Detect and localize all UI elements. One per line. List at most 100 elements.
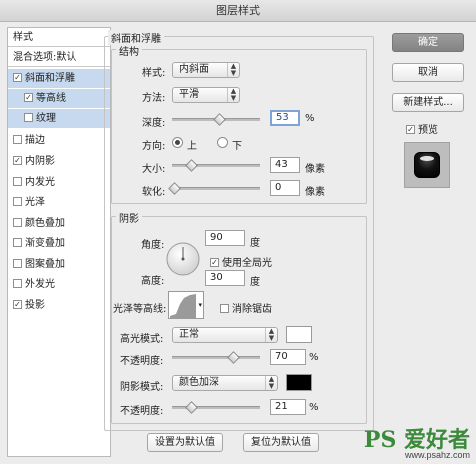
- depth-label: 深度:: [142, 118, 166, 129]
- depth-input[interactable]: 53: [270, 110, 300, 126]
- highlight-mode-label: 高光模式:: [120, 334, 164, 345]
- preview-checkbox[interactable]: [406, 125, 415, 134]
- preview-highlight: [420, 156, 434, 161]
- styles-list-header[interactable]: 样式: [8, 28, 110, 47]
- size-unit: 像素: [305, 164, 325, 175]
- direction-up-label: 上: [187, 141, 197, 152]
- anti-alias-label: 消除锯齿: [232, 304, 272, 315]
- technique-select[interactable]: 平滑 ▲ ▼: [172, 87, 240, 103]
- gradient-overlay-checkbox[interactable]: [13, 238, 22, 247]
- window-title: 图层样式: [216, 4, 260, 17]
- soften-input[interactable]: 0: [270, 180, 300, 196]
- sidebar-item-blending-options[interactable]: 混合选项:默认: [8, 48, 110, 67]
- angle-input[interactable]: 90: [205, 230, 245, 246]
- preview-swatch: [414, 152, 440, 178]
- contour-curve-icon: [170, 294, 196, 318]
- soften-slider-track[interactable]: [172, 187, 260, 190]
- sidebar-item-inner-shadow[interactable]: 内阴影: [8, 152, 110, 171]
- sidebar-item-outer-glow[interactable]: 外发光: [8, 275, 110, 294]
- satin-checkbox[interactable]: [13, 197, 22, 206]
- style-select[interactable]: 内斜面 ▲ ▼: [172, 62, 240, 78]
- color-overlay-checkbox[interactable]: [13, 218, 22, 227]
- style-label: 样式:: [142, 68, 166, 79]
- sidebar-item-satin[interactable]: 光泽: [8, 193, 110, 212]
- ok-button[interactable]: 确定: [392, 33, 464, 52]
- global-light-label: 使用全局光: [222, 258, 272, 269]
- sidebar-item-bevel-emboss[interactable]: 斜面和浮雕: [8, 69, 110, 88]
- sidebar-item-contour[interactable]: 等高线: [8, 89, 110, 108]
- soften-label: 软化:: [142, 187, 166, 198]
- highlight-mode-value: 正常: [179, 329, 199, 340]
- sidebar-item-texture[interactable]: 纹理: [8, 109, 110, 128]
- shadow-mode-select[interactable]: 颜色加深 ▲ ▼: [172, 375, 278, 391]
- sidebar-item-label: 内阴影: [25, 156, 55, 167]
- sidebar-item-label: 描边: [25, 135, 45, 146]
- angle-dial[interactable]: [165, 241, 201, 277]
- stroke-checkbox[interactable]: [13, 135, 22, 144]
- anti-alias-checkbox[interactable]: [220, 304, 229, 313]
- new-style-button[interactable]: 新建样式...: [392, 93, 464, 112]
- highlight-opacity-label: 不透明度:: [120, 356, 164, 367]
- shading-title: 阴影: [116, 210, 142, 225]
- sidebar-item-color-overlay[interactable]: 颜色叠加: [8, 214, 110, 233]
- size-input[interactable]: 43: [270, 157, 300, 173]
- direction-down-radio[interactable]: [217, 137, 228, 148]
- sidebar-item-label: 等高线: [36, 93, 66, 104]
- outer-glow-checkbox[interactable]: [13, 279, 22, 288]
- drop-shadow-checkbox[interactable]: [13, 300, 22, 309]
- inner-glow-checkbox[interactable]: [13, 177, 22, 186]
- direction-label: 方向:: [142, 141, 166, 152]
- size-label: 大小:: [142, 164, 166, 175]
- style-select-value: 内斜面: [179, 64, 209, 75]
- pattern-overlay-checkbox[interactable]: [13, 259, 22, 268]
- sidebar-item-label: 投影: [25, 300, 45, 311]
- altitude-unit: 度: [250, 277, 260, 288]
- sidebar-item-label: 光泽: [25, 197, 45, 208]
- cancel-button[interactable]: 取消: [392, 63, 464, 82]
- sidebar-item-drop-shadow[interactable]: 投影: [8, 296, 110, 315]
- shadow-opacity-unit: %: [309, 402, 319, 413]
- window-titlebar: 图层样式: [0, 0, 476, 22]
- technique-label: 方法:: [142, 93, 166, 104]
- global-light-checkbox[interactable]: [210, 258, 219, 267]
- inner-shadow-checkbox[interactable]: [13, 156, 22, 165]
- sidebar-item-stroke[interactable]: 描边: [8, 131, 110, 150]
- direction-up-radio[interactable]: [172, 137, 183, 148]
- preview-toggle[interactable]: 预览: [406, 121, 438, 136]
- highlight-color-swatch[interactable]: [286, 326, 312, 343]
- direction-down-label: 下: [232, 141, 242, 152]
- sidebar-item-gradient-overlay[interactable]: 渐变叠加: [8, 234, 110, 253]
- make-default-button[interactable]: 设置为默认值: [147, 433, 223, 452]
- sidebar-item-label: 渐变叠加: [25, 238, 65, 249]
- structure-title: 结构: [116, 43, 142, 58]
- bevel-emboss-checkbox[interactable]: [13, 73, 22, 82]
- sidebar-item-pattern-overlay[interactable]: 图案叠加: [8, 255, 110, 274]
- depth-unit: %: [305, 113, 315, 124]
- sidebar-item-label: 颜色叠加: [25, 218, 65, 229]
- angle-unit: 度: [250, 238, 260, 249]
- sidebar-item-label: 外发光: [25, 279, 55, 290]
- texture-checkbox[interactable]: [24, 113, 33, 122]
- preview-label: 预览: [418, 125, 438, 136]
- altitude-input[interactable]: 30: [205, 270, 245, 286]
- reset-default-button[interactable]: 复位为默认值: [243, 433, 319, 452]
- updown-arrows-icon: ▲ ▼: [227, 88, 239, 102]
- shadow-opacity-label: 不透明度:: [120, 406, 164, 417]
- sidebar-item-label: 混合选项:默认: [13, 52, 77, 63]
- styles-list: 样式 混合选项:默认 斜面和浮雕 等高线 纹理 描边 内阴影 内发光 光泽 颜色…: [7, 27, 111, 457]
- highlight-opacity-input[interactable]: 70: [270, 349, 306, 365]
- shadow-color-swatch[interactable]: [286, 374, 312, 391]
- contour-checkbox[interactable]: [24, 93, 33, 102]
- sidebar-item-inner-glow[interactable]: 内发光: [8, 173, 110, 192]
- shadow-opacity-input[interactable]: 21: [270, 399, 306, 415]
- updown-arrows-icon: ▲ ▼: [227, 63, 239, 77]
- shadow-mode-value: 颜色加深: [179, 377, 219, 388]
- updown-arrows-icon: ▲ ▼: [265, 328, 277, 342]
- highlight-opacity-slider-track[interactable]: [172, 356, 260, 359]
- global-light-toggle[interactable]: 使用全局光: [210, 254, 272, 269]
- style-preview-thumbnail: [404, 142, 450, 188]
- shadow-mode-label: 阴影模式:: [120, 382, 164, 393]
- anti-alias-toggle[interactable]: 消除锯齿: [220, 300, 272, 315]
- gloss-contour-picker[interactable]: ▾: [168, 291, 204, 319]
- highlight-mode-select[interactable]: 正常 ▲ ▼: [172, 327, 278, 343]
